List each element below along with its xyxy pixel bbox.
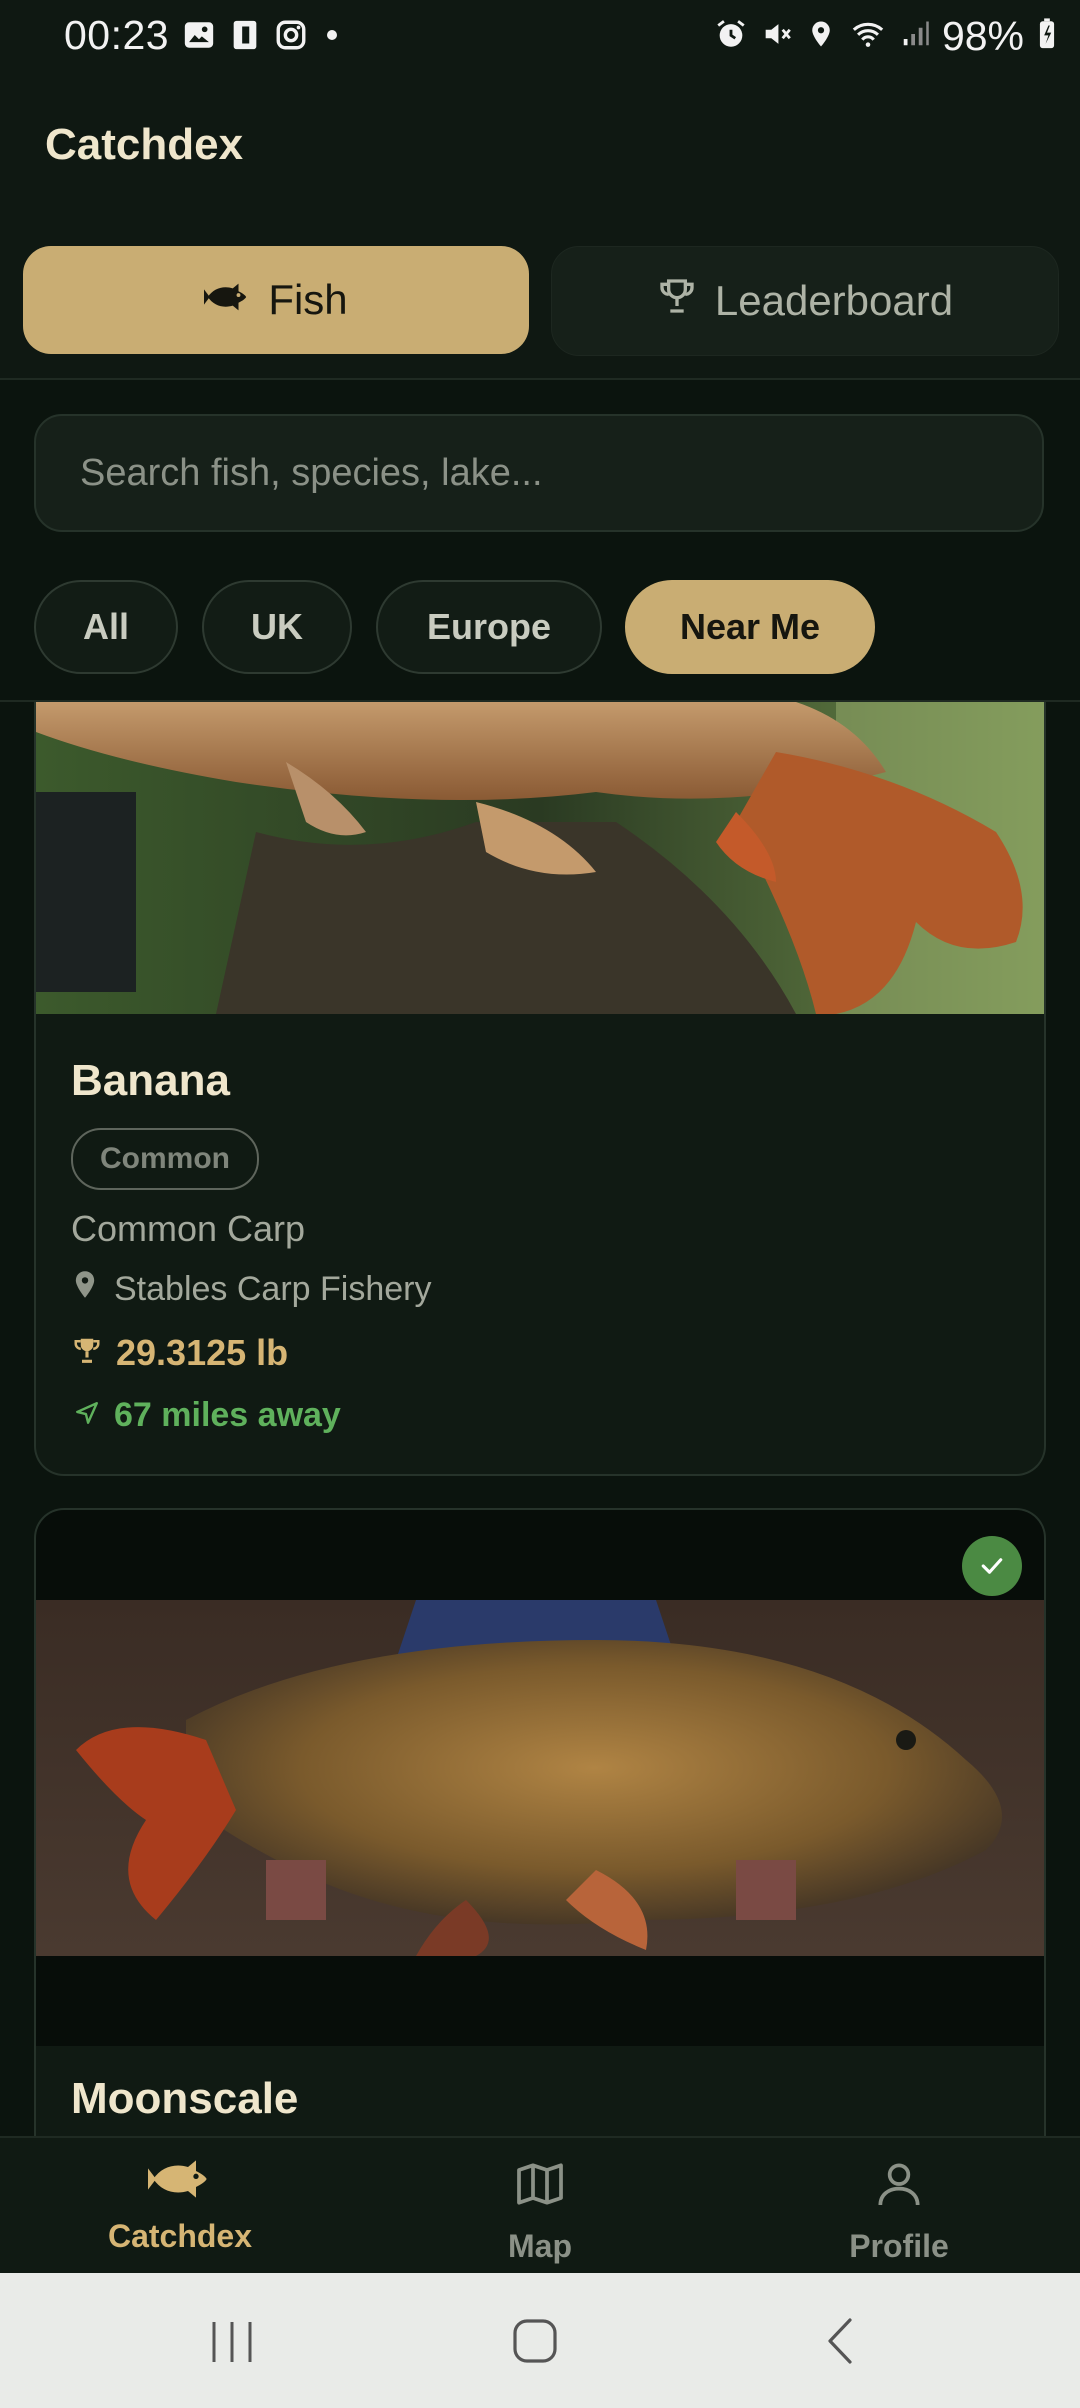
status-left-icons [182, 17, 344, 57]
fish-distance-label: 67 miles away [114, 1396, 341, 1434]
filter-chip-uk[interactable]: UK [202, 580, 352, 674]
fish-species: Common Carp [71, 1208, 306, 1249]
trophy-icon [657, 276, 697, 326]
user-icon [871, 2156, 927, 2220]
rarity-badge: Common [71, 1128, 259, 1190]
tab-leaderboard-label: Leaderboard [714, 277, 954, 324]
location-icon [806, 17, 836, 56]
filter-chip-all[interactable]: All [34, 580, 178, 674]
fish-icon [204, 276, 250, 324]
nav-profile-label: Profile [849, 2228, 949, 2264]
search-placeholder: Search fish, species, lake... [80, 451, 543, 494]
nav-profile[interactable]: Profile [749, 2156, 1049, 2265]
fish-name: Banana [71, 1056, 230, 1105]
nav-catchdex-label: Catchdex [107, 2218, 253, 2254]
caught-check-icon [962, 1536, 1022, 1596]
filter-chip-label: All [82, 606, 129, 647]
battery-percent: 98% [941, 12, 1024, 59]
filter-chip-near-me[interactable]: Near Me [625, 580, 875, 674]
trophy-icon [72, 1332, 102, 1374]
status-right-icons: 98% [714, 10, 1058, 62]
fish-photo [36, 1600, 1044, 1956]
filter-chip-europe[interactable]: Europe [376, 580, 602, 674]
signal-icon [900, 17, 930, 56]
instagram-icon [274, 18, 308, 57]
image-icon [182, 18, 216, 57]
map-icon [512, 2156, 568, 2220]
tab-leaderboard[interactable]: Leaderboard [551, 246, 1059, 356]
battery-icon [1036, 17, 1058, 56]
alarm-icon [714, 17, 748, 56]
fish-weight-label: 29.3125 lb [116, 1332, 289, 1373]
dot-icon [320, 23, 344, 52]
sim-icon [228, 18, 262, 57]
nav-catchdex[interactable]: Catchdex [30, 2156, 330, 2255]
nav-map-label: Map [508, 2228, 572, 2264]
back-button[interactable] [820, 2316, 860, 2371]
filter-chip-label: Europe [426, 606, 551, 647]
fish-lake-label: Stables Carp Fishery [114, 1270, 432, 1308]
mute-icon [760, 17, 794, 56]
navigation-arrow-icon [74, 1396, 100, 1435]
page-title: Catchdex [45, 120, 244, 169]
nav-map[interactable]: Map [390, 2156, 690, 2265]
tab-fish-label: Fish [268, 276, 348, 323]
search-input[interactable]: Search fish, species, lake... [34, 414, 1044, 532]
recents-button[interactable] [208, 2320, 256, 2369]
rarity-badge-label: Common [100, 1142, 230, 1175]
wifi-icon [848, 17, 888, 56]
filter-chip-label: Near Me [679, 606, 821, 647]
home-button[interactable] [512, 2318, 558, 2369]
location-pin-icon [74, 1270, 96, 1309]
filter-chip-label: UK [251, 606, 303, 647]
tab-fish[interactable]: Fish [23, 246, 529, 354]
fish-name: Moonscale [71, 2074, 299, 2123]
fish-lake: Stables Carp Fishery [74, 1270, 431, 1309]
fish-distance: 67 miles away [74, 1396, 341, 1435]
fish-weight: 29.3125 lb [72, 1332, 288, 1374]
fish-icon [148, 2156, 212, 2210]
status-time: 00:23 [64, 12, 170, 58]
fish-photo [36, 702, 1044, 1014]
fish-card[interactable]: Banana Common Common Carp Stables Carp F… [34, 702, 1046, 1476]
